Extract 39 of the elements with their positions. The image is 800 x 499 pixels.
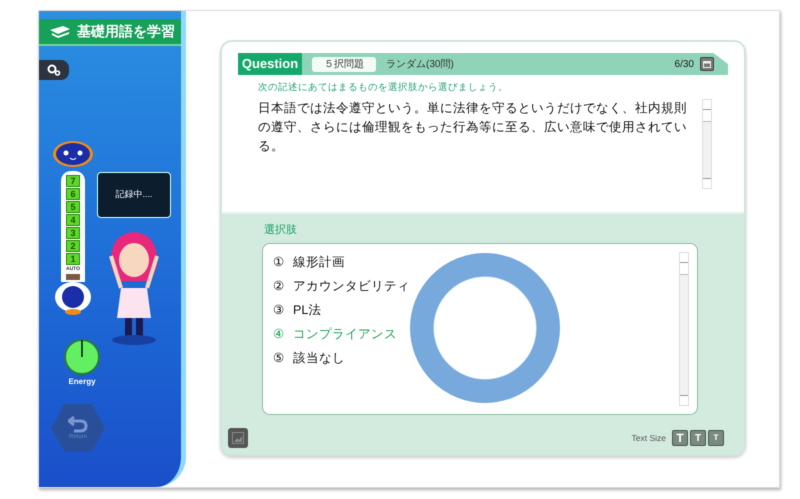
gauge-base: [66, 274, 80, 280]
choices-heading: 選択肢: [264, 223, 298, 238]
gauge-step: 4: [66, 214, 80, 226]
gauge-step: 6: [66, 188, 80, 200]
text-size-button[interactable]: T: [690, 430, 706, 446]
window-icon: [703, 60, 711, 68]
image-button[interactable]: [228, 428, 248, 448]
choice-item[interactable]: ④ コンプライアンス: [273, 324, 679, 344]
question-heading: Question: [238, 53, 302, 75]
window-button[interactable]: [700, 57, 714, 71]
question-mode: ランダム(30問): [386, 58, 454, 72]
energy-label: Energy: [68, 376, 96, 388]
text-size-button[interactable]: T: [672, 430, 688, 446]
choice-item[interactable]: ③ PL法: [273, 300, 679, 320]
choice-item[interactable]: ① 線形計画: [273, 252, 679, 272]
gauge-step: 3: [66, 227, 80, 239]
choice-item[interactable]: ② アカウンタビリティ: [273, 276, 679, 296]
app-title: 基礎用語を学習: [77, 22, 175, 41]
return-icon: [68, 414, 88, 432]
text-size-label: Text Size: [632, 432, 666, 444]
settings-button[interactable]: [39, 60, 69, 80]
gauge-step: 5: [66, 201, 80, 213]
speech-text: 記録中....: [115, 188, 152, 202]
gauge-step: 2: [66, 240, 80, 252]
gauge-step: 1: [66, 253, 80, 265]
book-icon: [49, 24, 71, 38]
scrollbar[interactable]: [679, 252, 689, 406]
choice-item[interactable]: ⑤ 該当なし: [273, 348, 679, 368]
question-instruction: 次の記述にあてはまるものを選択肢から選びましょう。: [258, 81, 509, 95]
energy-gauge-icon: [63, 338, 101, 376]
scrollbar[interactable]: [702, 99, 712, 190]
question-text: 日本語では法令遵守という。単に法律を守るというだけでなく、社内規則の遵守、さらには倫理観をもった行為等に至る、広い意味で使用されている。: [258, 100, 688, 156]
settings-icon: [47, 64, 61, 76]
image-icon: [232, 432, 244, 444]
question-type: ５択問題: [312, 56, 376, 72]
loading-ring-icon: [409, 252, 561, 404]
robot-head-icon: [51, 138, 95, 168]
gauge-step: 7: [66, 175, 80, 187]
text-size-button[interactable]: T: [708, 430, 724, 446]
